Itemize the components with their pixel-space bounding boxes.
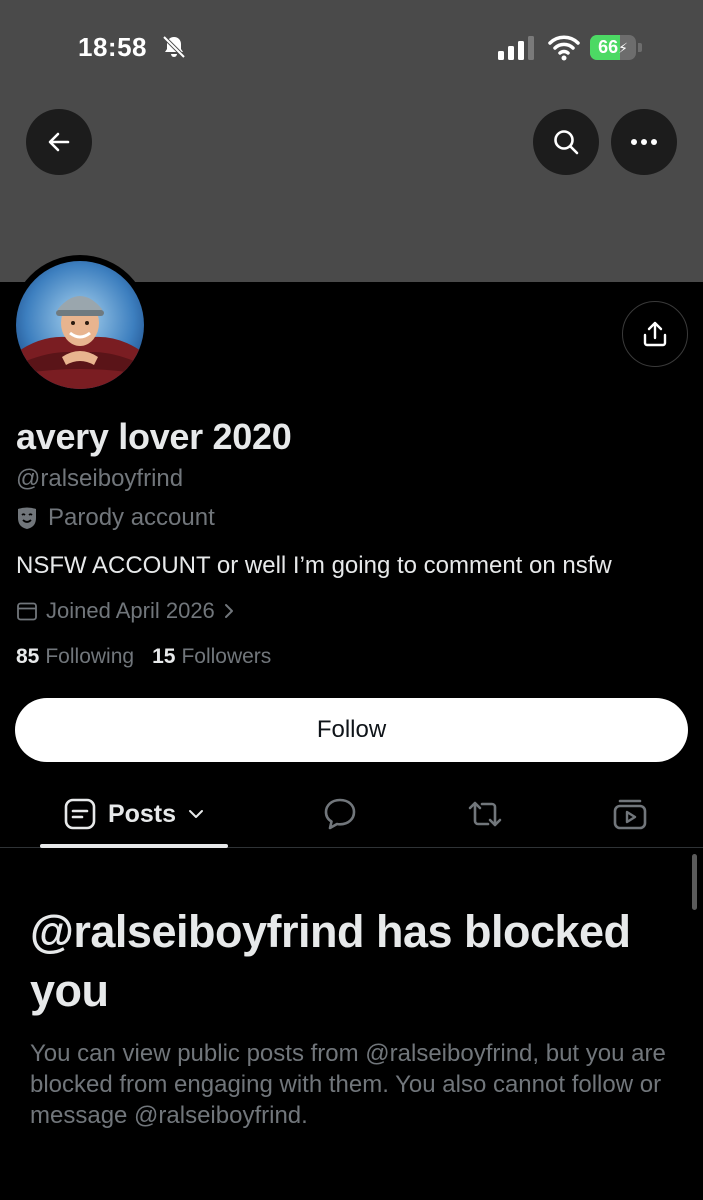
joined-text: Joined April 2026 <box>46 598 215 623</box>
more-options-button[interactable] <box>611 109 677 175</box>
avatar-image <box>16 261 144 389</box>
following-label[interactable]: Following <box>45 645 134 669</box>
battery-indicator: 66⚡ <box>590 35 642 60</box>
back-button[interactable] <box>26 109 92 175</box>
tab-replies[interactable] <box>320 794 360 834</box>
scrollbar[interactable] <box>692 854 697 910</box>
follow-stats: 85 Following 15 Followers <box>16 645 271 669</box>
share-icon <box>643 321 667 347</box>
battery-percent: 66 <box>598 37 619 57</box>
wifi-icon <box>548 35 580 61</box>
parody-text: Parody account <box>48 504 215 531</box>
joined-date[interactable]: Joined April 2026 <box>16 596 235 626</box>
tab-posts-label: Posts <box>107 799 177 828</box>
following-count[interactable]: 85 <box>16 645 39 669</box>
profile-tabs: Posts <box>0 780 703 848</box>
video-media-icon <box>613 799 647 830</box>
chevron-down-icon <box>189 810 204 818</box>
theater-mask-icon <box>18 507 36 529</box>
tab-reposts[interactable] <box>465 794 505 834</box>
search-icon <box>554 130 579 155</box>
status-time: 18:58 <box>78 32 147 62</box>
chevron-right-icon <box>224 604 233 618</box>
cellular-signal-icon <box>498 36 534 60</box>
tab-posts[interactable]: Posts <box>40 780 228 848</box>
avatar[interactable] <box>16 261 144 389</box>
parody-label: Parody account <box>16 504 215 532</box>
more-horizontal-icon <box>631 139 657 145</box>
follow-button[interactable]: Follow <box>15 698 688 762</box>
repost-icon <box>468 801 502 827</box>
reply-bubble-icon <box>324 798 356 830</box>
followers-count[interactable]: 15 <box>152 645 175 669</box>
calendar-icon <box>17 602 37 621</box>
posts-icon <box>64 798 96 830</box>
blocked-title: @ralseiboyfrind has blocked you <box>30 906 631 1016</box>
arrow-left-icon <box>48 132 70 152</box>
profile-handle: @ralseiboyfrind <box>16 465 184 492</box>
share-button[interactable] <box>622 301 688 367</box>
followers-label[interactable]: Followers <box>181 645 271 669</box>
profile-bio: NSFW ACCOUNT or well I’m going to commen… <box>16 552 612 579</box>
bell-slash-icon <box>162 35 186 59</box>
search-button[interactable] <box>533 109 599 175</box>
active-tab-indicator <box>40 844 228 848</box>
status-bar: 18:58 66⚡ <box>0 0 703 90</box>
charging-bolt-icon: ⚡ <box>618 40 628 56</box>
blocked-description: You can view public posts from @ralseibo… <box>30 1040 666 1129</box>
profile-display-name: avery lover 2020 <box>16 416 292 457</box>
tab-media[interactable] <box>610 794 650 834</box>
